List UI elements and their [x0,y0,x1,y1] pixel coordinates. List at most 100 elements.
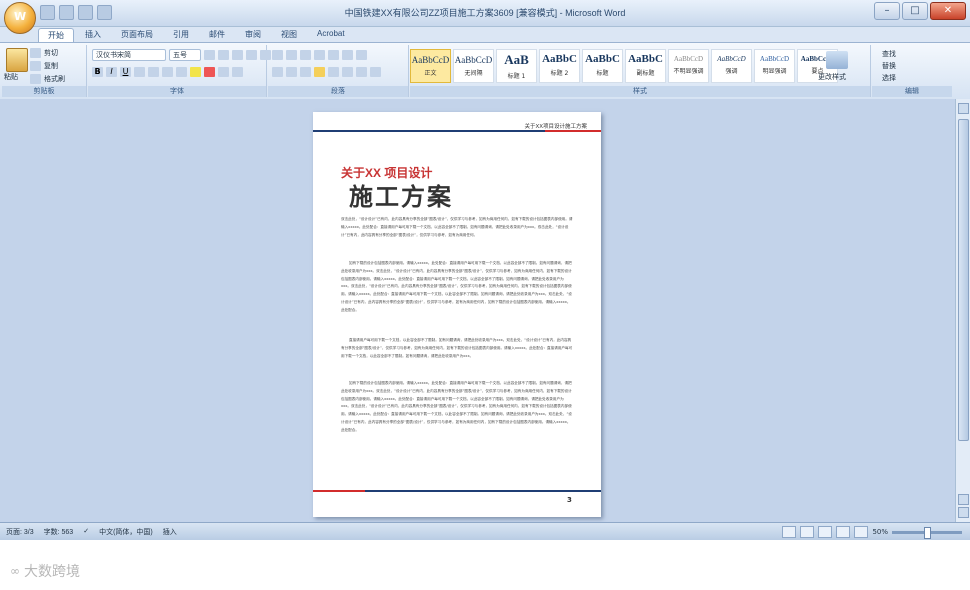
style-intense-emphasis[interactable]: AaBbCcD 明显强调 [754,49,795,83]
paste-label[interactable]: 粘贴 [4,72,18,82]
zoom-level[interactable]: 50% [872,528,888,536]
full-screen-view-icon[interactable] [800,526,815,538]
shrink-font-icon[interactable] [218,50,229,60]
spellcheck-icon[interactable]: ✓ [83,527,89,537]
strikethrough-icon[interactable] [134,67,145,77]
format-painter-button[interactable]: 格式刷 [30,73,65,85]
bullets-icon[interactable] [272,50,283,60]
font-name-select[interactable]: 汉仪书宋简 [92,49,166,61]
tab-review[interactable]: 审阅 [236,28,270,42]
font-size-select[interactable]: 五号 [169,49,201,61]
show-marks-icon[interactable] [356,50,367,60]
phonetic-icon[interactable] [246,50,257,60]
select-button[interactable]: 选择 [882,72,896,84]
justify-icon[interactable] [314,67,325,77]
shading-icon[interactable] [356,67,367,77]
style-subtitle[interactable]: AaBbC 副标题 [625,49,666,83]
numbering-icon[interactable] [286,50,297,60]
document-page[interactable]: 关于XX项目设计施工方案 关于XX 项目设计 施工方案 双击此处，“设计设计”已… [313,112,601,517]
char-shading-icon[interactable] [218,67,229,77]
title-bar: 中国铁建XX有限公司ZZ项目施工方案3609 [兼容模式] - Microsof… [0,0,970,27]
status-mode[interactable]: 插入 [163,527,177,537]
tab-acrobat[interactable]: Acrobat [308,28,354,42]
decrease-indent-icon[interactable] [314,50,325,60]
align-center-icon[interactable] [286,67,297,77]
tab-references[interactable]: 引用 [164,28,198,42]
font-color-icon[interactable] [204,67,215,77]
tab-view[interactable]: 视图 [272,28,306,42]
tab-insert[interactable]: 插入 [76,28,110,42]
style-heading-1[interactable]: AaB 标题 1 [496,49,537,83]
close-button[interactable]: ✕ [930,2,966,20]
line-spacing-icon[interactable] [342,67,353,77]
office-button[interactable]: W [4,2,36,34]
subscript-icon[interactable] [148,67,159,77]
style-heading-2[interactable]: AaBbC 标题 2 [539,49,580,83]
maximize-button[interactable]: □ [902,2,928,20]
distribute-icon[interactable] [328,67,339,77]
grow-font-icon[interactable] [204,50,215,60]
web-layout-view-icon[interactable] [818,526,833,538]
next-page-button[interactable] [958,507,969,518]
watermark: ∞ 大数跨境 [10,561,80,581]
scroll-thumb[interactable] [958,119,969,441]
print-layout-view-icon[interactable] [782,526,797,538]
increase-indent-icon[interactable] [328,50,339,60]
style-emphasis[interactable]: AaBbCcD 强调 [711,49,752,83]
align-left-icon[interactable] [272,67,283,77]
draft-view-icon[interactable] [854,526,869,538]
header-rule-red [545,130,601,132]
style-normal[interactable]: AaBbCcD 正文 [410,49,451,83]
style-no-spacing[interactable]: AaBbCcD 无间隔 [453,49,494,83]
enclose-char-icon[interactable] [232,67,243,77]
font-label: 字体 [88,86,266,97]
word-window: 中国铁建XX有限公司ZZ项目施工方案3609 [兼容模式] - Microsof… [0,0,970,540]
styles-group: AaBbCcD 正文 AaBbCcD 无间隔 AaB 标题 1 AaBbC 标题 2 A… [410,45,871,97]
tab-home[interactable]: 开始 [38,28,74,42]
paste-icon[interactable] [6,48,28,72]
find-button[interactable]: 查找 [882,48,896,60]
copy-button[interactable]: 复制 [30,60,58,72]
clipboard-label: 剪贴板 [2,86,86,97]
ribbon: 粘贴 剪切 复制 格式刷 剪贴板 汉仪书宋简 五号 B I U 字体 段落 Aa… [0,42,970,100]
style-subtle-emphasis[interactable]: AaBbCcD 不明显强调 [668,49,709,83]
sort-icon[interactable] [342,50,353,60]
status-language[interactable]: 中文(简体，中国) [99,527,153,537]
zoom-slider[interactable] [892,526,962,539]
styles-gallery: AaBbCcD 正文 AaBbCcD 无间隔 AaB 标题 1 AaBbC 标题 2 A… [410,49,838,83]
superscript-icon[interactable] [162,67,173,77]
paragraph-label: 段落 [268,86,408,97]
prev-page-button[interactable] [958,494,969,505]
highlight-icon[interactable] [190,67,201,77]
multilevel-list-icon[interactable] [300,50,311,60]
status-page[interactable]: 页面: 3/3 [6,527,34,537]
underline-icon[interactable]: U [120,67,131,77]
italic-icon[interactable]: I [106,67,117,77]
style-title[interactable]: AaBbC 标题 [582,49,623,83]
tab-page-layout[interactable]: 页面布局 [112,28,162,42]
doc-title: 施工方案 [349,183,453,211]
brush-icon [30,74,41,84]
clear-format-icon[interactable] [232,50,243,60]
replace-button[interactable]: 替换 [882,60,896,72]
scissors-icon [30,48,41,58]
change-styles-icon[interactable] [826,51,848,69]
borders-icon[interactable] [370,67,381,77]
outline-view-icon[interactable] [836,526,851,538]
paragraph-group: 段落 [268,45,409,97]
font-group: 汉仪书宋简 五号 B I U 字体 [88,45,271,97]
editing-label: 编辑 [872,86,952,97]
scroll-up-button[interactable] [958,103,969,114]
status-bar: 页面: 3/3 字数: 563 ✓ 中文(简体，中国) 插入 50% [0,522,970,540]
change-case-icon[interactable] [176,67,187,77]
status-words[interactable]: 字数: 563 [44,527,74,537]
vertical-scrollbar[interactable] [955,99,970,522]
bold-icon[interactable]: B [92,67,103,77]
tab-mailings[interactable]: 邮件 [200,28,234,42]
align-right-icon[interactable] [300,67,311,77]
cut-button[interactable]: 剪切 [30,47,58,59]
change-styles-label[interactable]: 更改样式 [818,72,846,82]
minimize-button[interactable]: – [874,2,900,20]
ribbon-tabs: 开始 插入 页面布局 引用 邮件 审阅 视图 Acrobat [38,28,354,42]
doc-paragraph-4: 如有下载的设计包括图表内部使用。请输入xxxxx。此处配合：直接请用户每可用下载… [341,381,572,432]
